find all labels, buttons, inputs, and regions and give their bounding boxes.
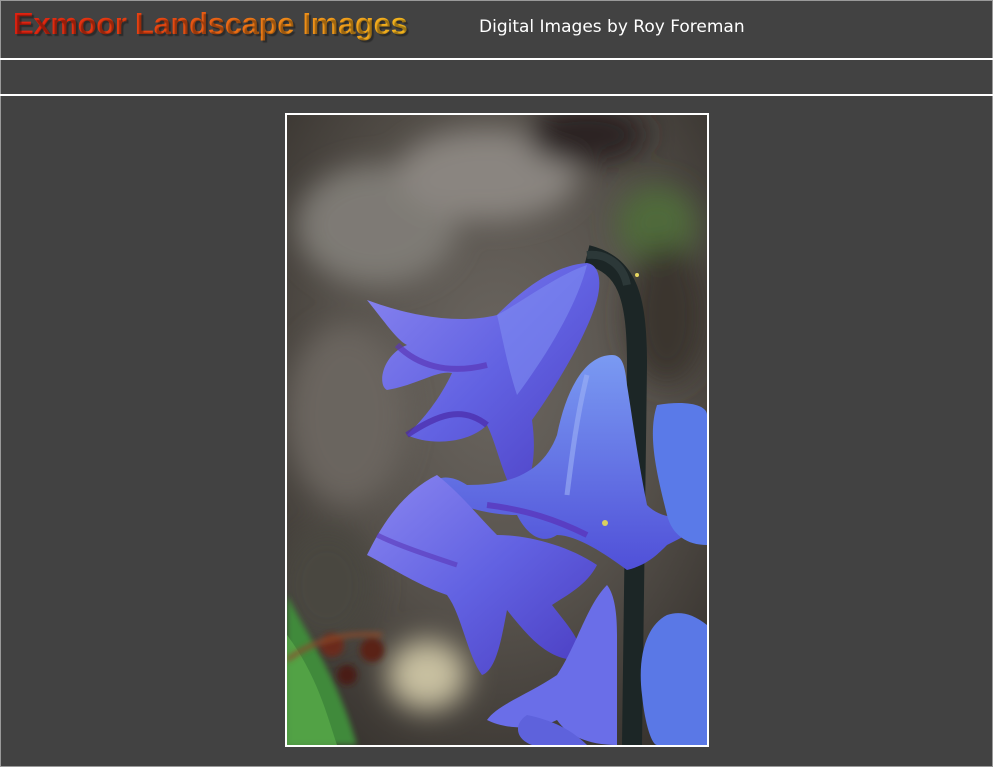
site-title[interactable]: Exmoor Landscape Images xyxy=(13,6,408,42)
nav-bar xyxy=(0,60,993,94)
bluebell-photo-image xyxy=(287,115,707,745)
site-subtitle: Digital Images by Roy Foreman xyxy=(479,17,745,37)
nav-divider xyxy=(0,94,993,96)
bluebell-photo[interactable] xyxy=(285,113,709,747)
site-header: Exmoor Landscape Images Digital Images b… xyxy=(0,0,993,58)
